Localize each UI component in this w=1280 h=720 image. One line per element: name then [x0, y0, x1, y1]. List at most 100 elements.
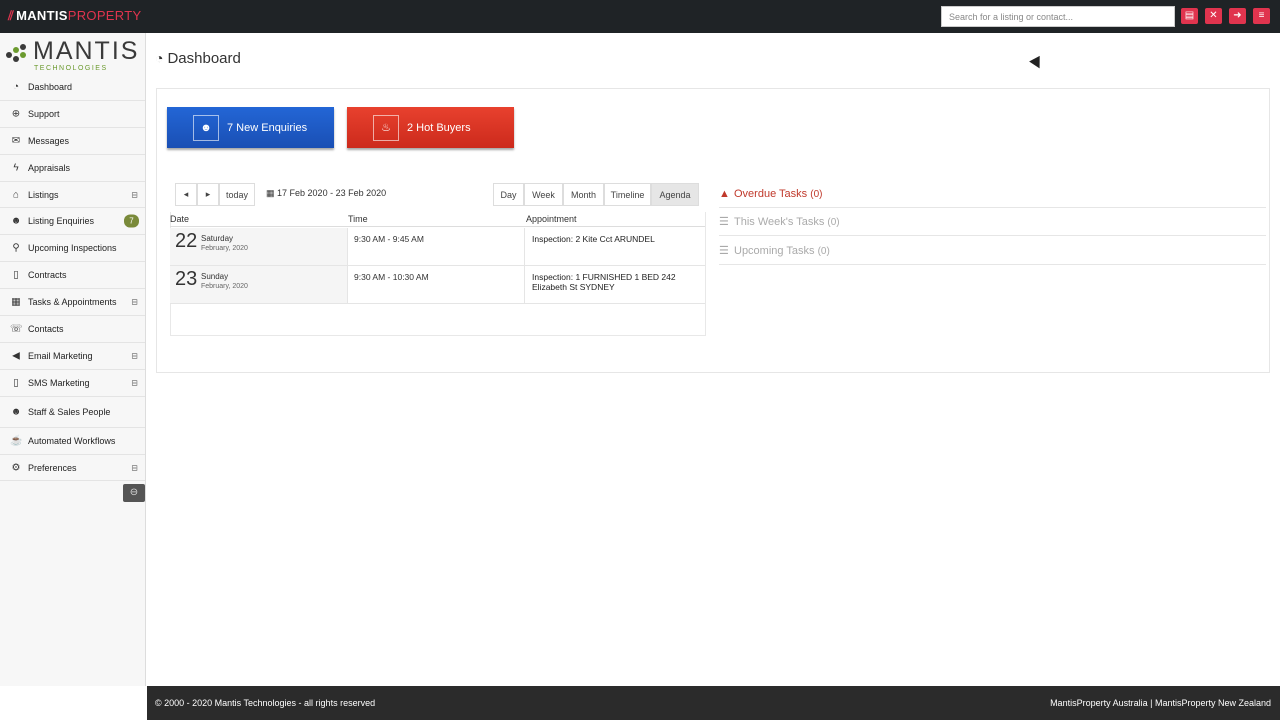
collapse-sidebar-button[interactable]: ⊖ [123, 484, 145, 502]
column-header-appointment: Appointment [526, 214, 577, 224]
brand-mark-icon: ⫽ [8, 8, 15, 23]
logout-icon: ➜ [1233, 10, 1242, 21]
sidebar-item-tasks-appointments[interactable]: ▦ Tasks & Appointments ⊟ [0, 289, 145, 317]
column-header-date: Date [170, 214, 190, 224]
day-number: 23 [175, 268, 198, 290]
upcoming-tasks-link[interactable]: ☰ Upcoming Tasks (0) [719, 239, 1266, 265]
table-row[interactable]: 23 Sunday February, 2020 9:30 AM - 10:30… [170, 266, 705, 304]
time-range: 9:30 AM - 9:45 AM [354, 234, 424, 244]
sidebar-item-staff[interactable]: ☻ Staff & Sales People [0, 397, 145, 428]
view-day-button[interactable]: Day [493, 183, 524, 206]
view-week-button[interactable]: Week [524, 183, 563, 206]
sidebar-item-label: Support [28, 108, 60, 119]
bullhorn-icon: ◀ [12, 350, 20, 362]
sidebar-item-upcoming-inspections[interactable]: ⚲ Upcoming Inspections [0, 235, 145, 263]
calendar-today-button[interactable]: today [219, 183, 255, 206]
date-range-text: 17 Feb 2020 - 23 Feb 2020 [277, 188, 387, 198]
time-cell: 9:30 AM - 9:45 AM [347, 228, 525, 265]
sidebar-item-listings[interactable]: ⌂ Listings ⊟ [0, 182, 145, 209]
time-cell: 9:30 AM - 10:30 AM [347, 266, 525, 303]
lifebuoy-icon: ⊕ [11, 108, 21, 120]
file-icon: ▯ [13, 269, 19, 281]
sidebar-item-label: Contacts [28, 323, 64, 334]
expand-icon[interactable]: ⊟ [131, 190, 138, 199]
sidebar-item-messages[interactable]: ✉ Messages [0, 128, 145, 155]
view-label: Timeline [610, 189, 645, 200]
sidebar-item-label: Listings [28, 189, 59, 200]
view-month-button[interactable]: Month [563, 183, 604, 206]
sidebar-item-contacts[interactable]: ☏ Contacts [0, 316, 145, 343]
expand-icon: ✕ [1209, 10, 1218, 21]
expand-icon[interactable]: ⊟ [131, 351, 138, 360]
hot-buyers-button[interactable]: ♨ 2 Hot Buyers [347, 107, 514, 148]
expand-icon[interactable]: ⊟ [131, 298, 138, 307]
sidebar-item-preferences[interactable]: ⚙ Preferences ⊟ [0, 455, 145, 482]
today-label: today [225, 189, 249, 200]
mouse-cursor [1029, 55, 1045, 72]
sidebar-item-automated-workflows[interactable]: ☕ Automated Workflows [0, 428, 145, 455]
this-weeks-tasks-link[interactable]: ☰ This Week's Tasks (0) [719, 210, 1266, 236]
brand-name-part2: PROPERTY [67, 8, 142, 23]
sidebar-item-label: Automated Workflows [28, 435, 116, 446]
bolt-icon: ϟ [13, 162, 19, 174]
menu-button[interactable]: ≡ [1253, 8, 1270, 24]
table-row[interactable]: 22 Saturday February, 2020 9:30 AM - 9:4… [170, 228, 705, 266]
sidebar-menu: ◔ Dashboard ⊕ Support ✉ Messages ϟ Appraisal… [0, 74, 145, 482]
view-label: Month [570, 189, 596, 200]
next-icon: ▸ [205, 189, 211, 199]
new-enquiries-button[interactable]: ☻ 7 New Enquiries [167, 107, 334, 148]
list-icon: ☰ [719, 216, 729, 228]
sidebar-item-label: Email Marketing [28, 350, 93, 361]
sidebar-item-contracts[interactable]: ▯ Contracts [0, 262, 145, 290]
task-count: (0) [810, 189, 823, 200]
calendar-next-button[interactable]: ▸ [197, 183, 219, 206]
sidebar-item-label: Messages [28, 135, 70, 146]
view-agenda-button[interactable]: Agenda [651, 183, 699, 206]
users-icon: ☻ [10, 215, 22, 227]
date-cell: 23 Sunday February, 2020 [170, 266, 347, 303]
collapse-icon: ⊖ [129, 487, 139, 498]
listing-icon: ▤ [1184, 10, 1195, 21]
overdue-tasks-link[interactable]: ▲ Overdue Tasks (0) [719, 182, 1266, 208]
appointment-text[interactable]: Inspection: 1 FURNISHED 1 BED 242 Elizab… [532, 272, 697, 292]
calendar-icon: ▦ [266, 188, 275, 198]
home-icon: ⌂ [12, 189, 20, 200]
list-icon: ☰ [719, 245, 729, 257]
task-label: Overdue Tasks [734, 188, 808, 200]
page-title: ◔ Dashboard [155, 50, 241, 67]
calendar-prev-button[interactable]: ◂ [175, 183, 197, 206]
view-label: Agenda [659, 189, 691, 200]
sidebar-item-label: SMS Marketing [28, 377, 90, 388]
sidebar-item-label: Tasks & Appointments [28, 297, 117, 308]
sidebar-item-label: Preferences [28, 462, 77, 473]
sidebar-item-label: Dashboard [28, 81, 73, 92]
brand-logo[interactable]: ⫽ MANTISPROPERTY [8, 8, 141, 24]
sidebar-item-appraisals[interactable]: ϟ Appraisals [0, 155, 145, 182]
listing-button[interactable]: ▤ [1181, 8, 1198, 24]
weekday: Saturday [201, 234, 234, 243]
view-label: Day [500, 189, 517, 200]
view-timeline-button[interactable]: Timeline [604, 183, 651, 206]
sidebar-item-sms-marketing[interactable]: ▯ SMS Marketing ⊟ [0, 370, 145, 397]
sidebar-item-label: Staff & Sales People [28, 406, 111, 417]
sidebar: MANTIS TECHNOLOGIES ◔ Dashboard ⊕ Support … [0, 33, 146, 686]
fullscreen-button[interactable]: ✕ [1205, 8, 1222, 24]
group-icon: ☻ [10, 406, 22, 418]
sidebar-item-listing-enquiries[interactable]: ☻ Listing Enquiries 7 [0, 208, 145, 236]
footer-links[interactable]: MantisProperty Australia | MantisPropert… [1050, 698, 1271, 708]
fire-icon: ♨ [373, 114, 399, 141]
search-input[interactable] [941, 6, 1175, 27]
logo-word: MANTIS [33, 37, 140, 65]
appointment-text[interactable]: Inspection: 2 Kite Cct ARUNDEL [532, 234, 697, 244]
sidebar-item-dashboard[interactable]: ◔ Dashboard [0, 74, 145, 101]
expand-icon[interactable]: ⊟ [131, 378, 138, 387]
task-label: This Week's Tasks [734, 216, 825, 228]
hot-buyers-label: 2 Hot Buyers [407, 121, 471, 134]
expand-icon[interactable]: ⊟ [131, 463, 138, 472]
view-label: Week [532, 189, 555, 200]
logout-button[interactable]: ➜ [1229, 8, 1246, 24]
footer: © 2000 - 2020 Mantis Technologies - all … [147, 686, 1280, 720]
logo-subtitle: TECHNOLOGIES [34, 65, 108, 72]
sidebar-item-email-marketing[interactable]: ◀ Email Marketing ⊟ [0, 343, 145, 370]
sidebar-item-support[interactable]: ⊕ Support [0, 101, 145, 128]
